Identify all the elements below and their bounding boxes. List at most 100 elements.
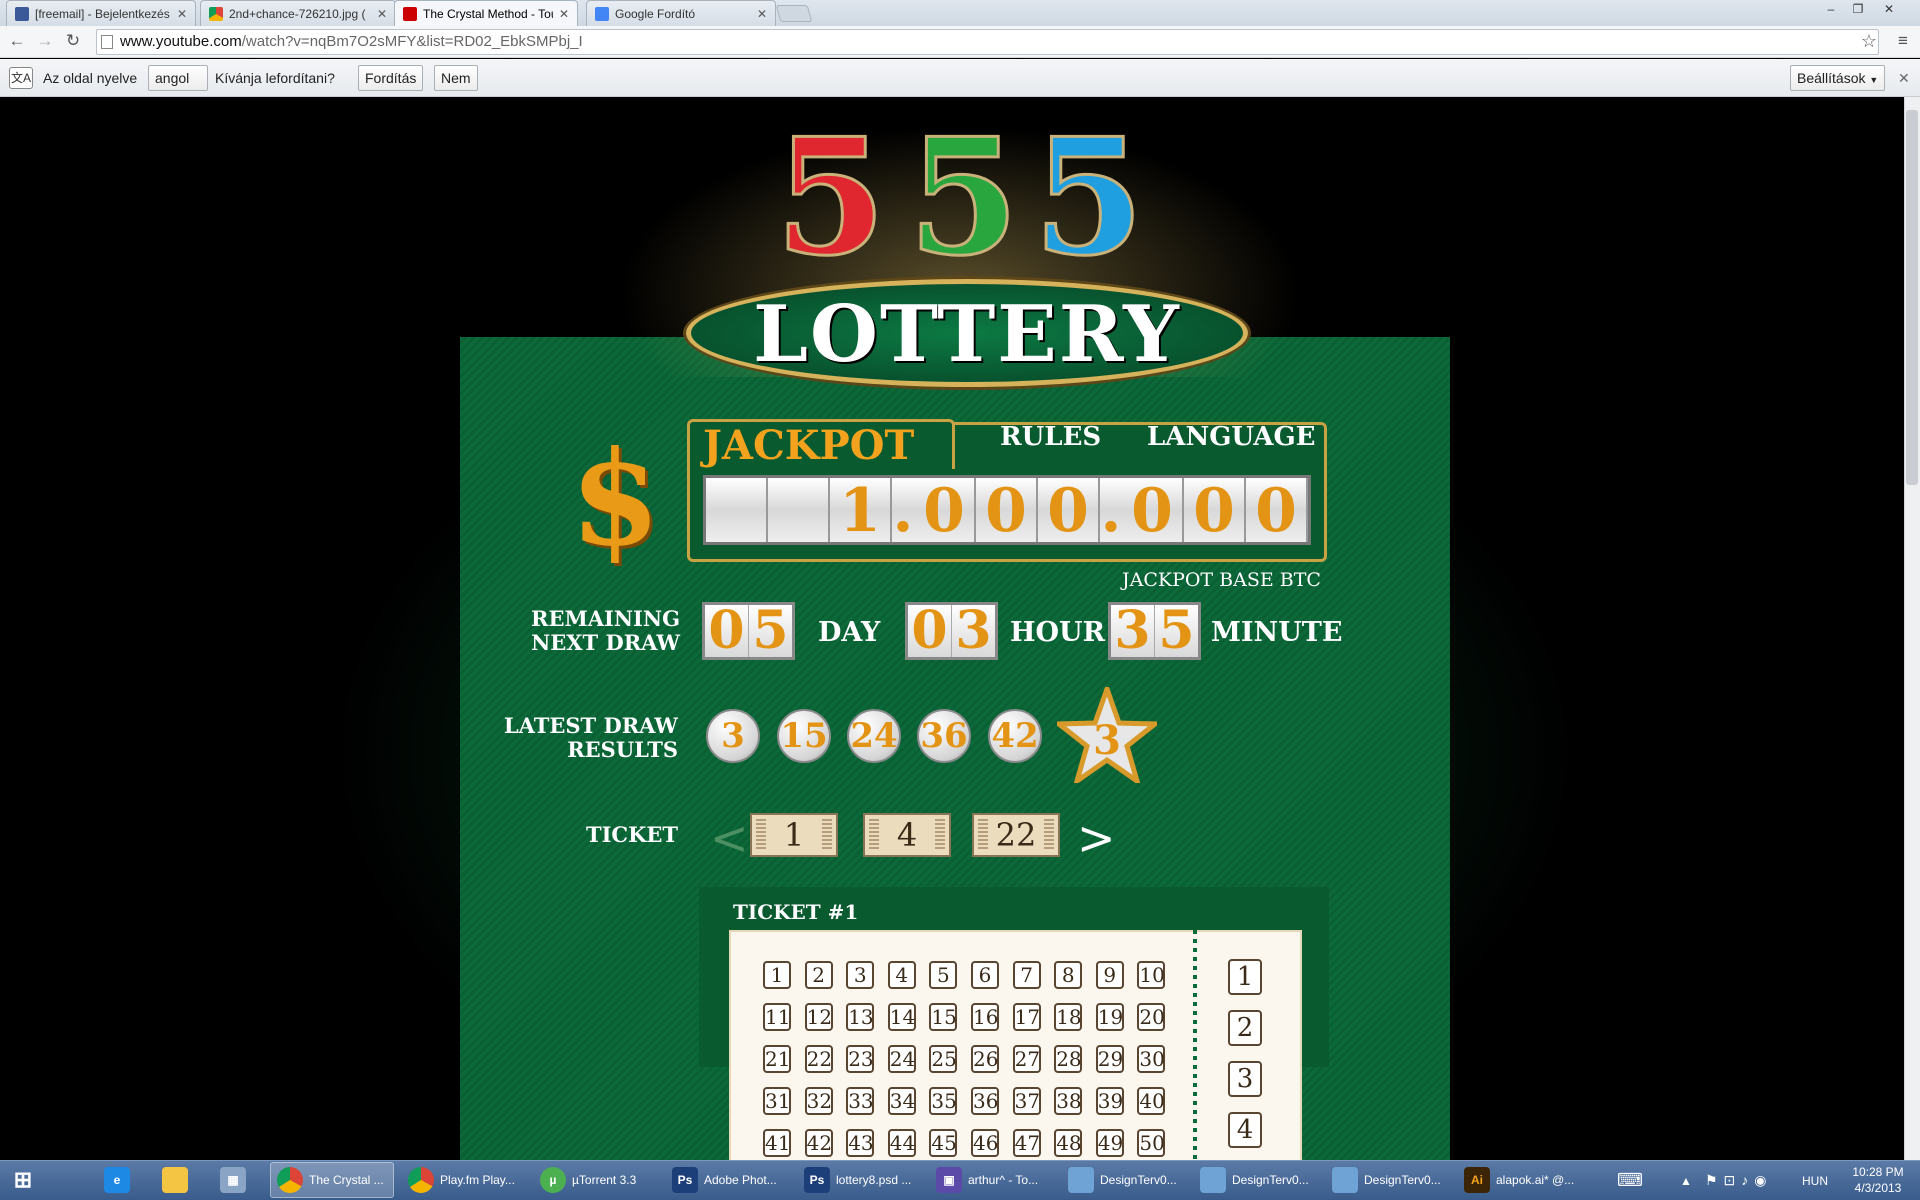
number-cell[interactable]: 14	[887, 1003, 916, 1031]
number-cell[interactable]: 32	[804, 1087, 833, 1115]
number-cell[interactable]: 1	[763, 961, 791, 989]
keyboard-icon[interactable]: ⌨	[1617, 1170, 1643, 1191]
close-icon[interactable]: ✕	[377, 7, 387, 21]
taskbar-chrome-playfm[interactable]: Play.fm Play...	[402, 1162, 526, 1198]
number-cell[interactable]: 29	[1095, 1045, 1124, 1073]
number-cell[interactable]: 39	[1095, 1087, 1124, 1115]
scrollbar-thumb[interactable]	[1906, 110, 1918, 485]
tray-expand-icon[interactable]: ▲	[1680, 1174, 1692, 1188]
no-button[interactable]: Nem	[434, 65, 478, 91]
number-cell[interactable]: 35	[929, 1087, 958, 1115]
number-cell[interactable]: 10	[1137, 961, 1166, 989]
tab-image[interactable]: 2nd+chance-726210.jpg ( ✕	[200, 0, 396, 26]
number-cell[interactable]: 45	[929, 1129, 958, 1157]
taskbar-ie[interactable]: e	[98, 1162, 138, 1198]
number-cell[interactable]: 12	[804, 1003, 833, 1031]
restore-icon[interactable]: ❐	[1847, 0, 1869, 18]
number-cell[interactable]: 16	[971, 1003, 999, 1031]
reload-icon[interactable]: ↻	[62, 30, 84, 52]
tab-youtube[interactable]: The Crystal Method - Tou ✕	[394, 0, 578, 26]
number-cell[interactable]: 47	[1012, 1129, 1041, 1157]
minimize-icon[interactable]: –	[1820, 0, 1842, 18]
close-icon[interactable]: ✕	[559, 7, 569, 21]
ticket-chip[interactable]: 1	[750, 813, 838, 857]
taskbar-photoshop[interactable]: Ps Adobe Phot...	[666, 1162, 790, 1198]
number-cell[interactable]: 33	[846, 1087, 875, 1115]
taskbar-explorer[interactable]	[156, 1162, 196, 1198]
number-cell[interactable]: 27	[1012, 1045, 1041, 1073]
close-icon[interactable]: ✕	[177, 7, 187, 21]
number-cell[interactable]: 3	[846, 961, 875, 989]
number-cell[interactable]: 18	[1054, 1003, 1083, 1031]
number-cell[interactable]: 4	[887, 961, 916, 989]
new-tab-button[interactable]	[775, 5, 813, 22]
number-cell[interactable]: 48	[1054, 1129, 1083, 1157]
taskbar-calculator[interactable]: ▦	[214, 1162, 254, 1198]
translate-button[interactable]: Fordítás	[358, 65, 424, 91]
taskbar-designterv-2[interactable]: DesignTerv0...	[1194, 1162, 1318, 1198]
number-cell[interactable]: 20	[1137, 1003, 1166, 1031]
clock[interactable]: 10:28 PM 4/3/2013	[1847, 1164, 1909, 1196]
taskbar-designterv-1[interactable]: DesignTerv0...	[1062, 1162, 1186, 1198]
number-cell[interactable]: 21	[763, 1045, 791, 1073]
close-icon[interactable]: ✕	[757, 7, 767, 21]
number-cell[interactable]: 36	[971, 1087, 999, 1115]
url-text[interactable]: www.youtube.com/watch?v=nqBm7O2sMFY&list…	[120, 33, 583, 50]
number-cell[interactable]: 15	[929, 1003, 958, 1031]
star-number-cell[interactable]: 2	[1228, 1010, 1262, 1046]
number-cell[interactable]: 44	[887, 1129, 916, 1157]
star-number-cell[interactable]: 3	[1228, 1061, 1262, 1097]
number-cell[interactable]: 5	[929, 961, 958, 989]
number-cell[interactable]: 9	[1095, 961, 1124, 989]
number-cell[interactable]: 24	[887, 1045, 916, 1073]
number-cell[interactable]: 7	[1012, 961, 1041, 989]
language-select[interactable]: angol ▼	[148, 65, 208, 109]
taskbar-chrome-crystal[interactable]: The Crystal ...	[270, 1162, 394, 1198]
number-cell[interactable]: 6	[971, 961, 999, 989]
number-cell[interactable]: 26	[971, 1045, 999, 1073]
number-cell[interactable]: 2	[804, 961, 833, 989]
bookmark-star-icon[interactable]: ☆	[1858, 30, 1880, 52]
forward-icon[interactable]: →	[34, 30, 56, 52]
number-cell[interactable]: 30	[1137, 1045, 1166, 1073]
number-cell[interactable]: 40	[1137, 1087, 1166, 1115]
star-number-cell[interactable]: 4	[1228, 1112, 1262, 1148]
ticket-chip[interactable]: 4	[863, 813, 951, 857]
rules-link[interactable]: RULES	[1000, 422, 1101, 452]
ticket-next-arrow[interactable]: >	[1077, 815, 1116, 861]
ticket-chip[interactable]: 22	[972, 813, 1060, 857]
taskbar-designterv-3[interactable]: DesignTerv0...	[1326, 1162, 1450, 1198]
number-cell[interactable]: 13	[846, 1003, 875, 1031]
window-close-icon[interactable]: ✕	[1878, 0, 1900, 18]
taskbar-lottery-psd[interactable]: Ps lottery8.psd ...	[798, 1162, 922, 1198]
ticket-prev-arrow[interactable]: <	[710, 815, 749, 861]
close-translate-icon[interactable]: ✕	[1898, 70, 1910, 87]
number-cell[interactable]: 25	[929, 1045, 958, 1073]
number-cell[interactable]: 42	[804, 1129, 833, 1157]
tray-icons[interactable]: ⚑⊡♪◉	[1705, 1172, 1773, 1189]
star-number-cell[interactable]: 1	[1228, 959, 1262, 995]
number-cell[interactable]: 46	[971, 1129, 999, 1157]
tab-google-translate[interactable]: Google Fordító ✕	[586, 0, 776, 26]
number-cell[interactable]: 11	[763, 1003, 791, 1031]
number-cell[interactable]: 8	[1054, 961, 1083, 989]
back-icon[interactable]: ←	[6, 30, 28, 52]
taskbar-illustrator[interactable]: Ai alapok.ai* @...	[1458, 1162, 1582, 1198]
number-cell[interactable]: 22	[804, 1045, 833, 1073]
number-cell[interactable]: 49	[1095, 1129, 1124, 1157]
number-cell[interactable]: 23	[846, 1045, 875, 1073]
input-language[interactable]: HUN	[1802, 1174, 1828, 1188]
number-cell[interactable]: 28	[1054, 1045, 1083, 1073]
number-cell[interactable]: 41	[763, 1129, 791, 1157]
menu-icon[interactable]: ≡	[1892, 30, 1914, 52]
language-link[interactable]: LANGUAGE	[1147, 422, 1316, 452]
number-cell[interactable]: 34	[887, 1087, 916, 1115]
taskbar-arthur[interactable]: ▣ arthur^ - To...	[930, 1162, 1054, 1198]
settings-button[interactable]: Beállítások ▼	[1790, 65, 1886, 91]
number-cell[interactable]: 50	[1137, 1129, 1166, 1157]
number-cell[interactable]: 43	[846, 1129, 875, 1157]
number-cell[interactable]: 17	[1012, 1003, 1041, 1031]
number-cell[interactable]: 31	[763, 1087, 791, 1115]
number-cell[interactable]: 37	[1012, 1087, 1041, 1115]
number-cell[interactable]: 38	[1054, 1087, 1083, 1115]
